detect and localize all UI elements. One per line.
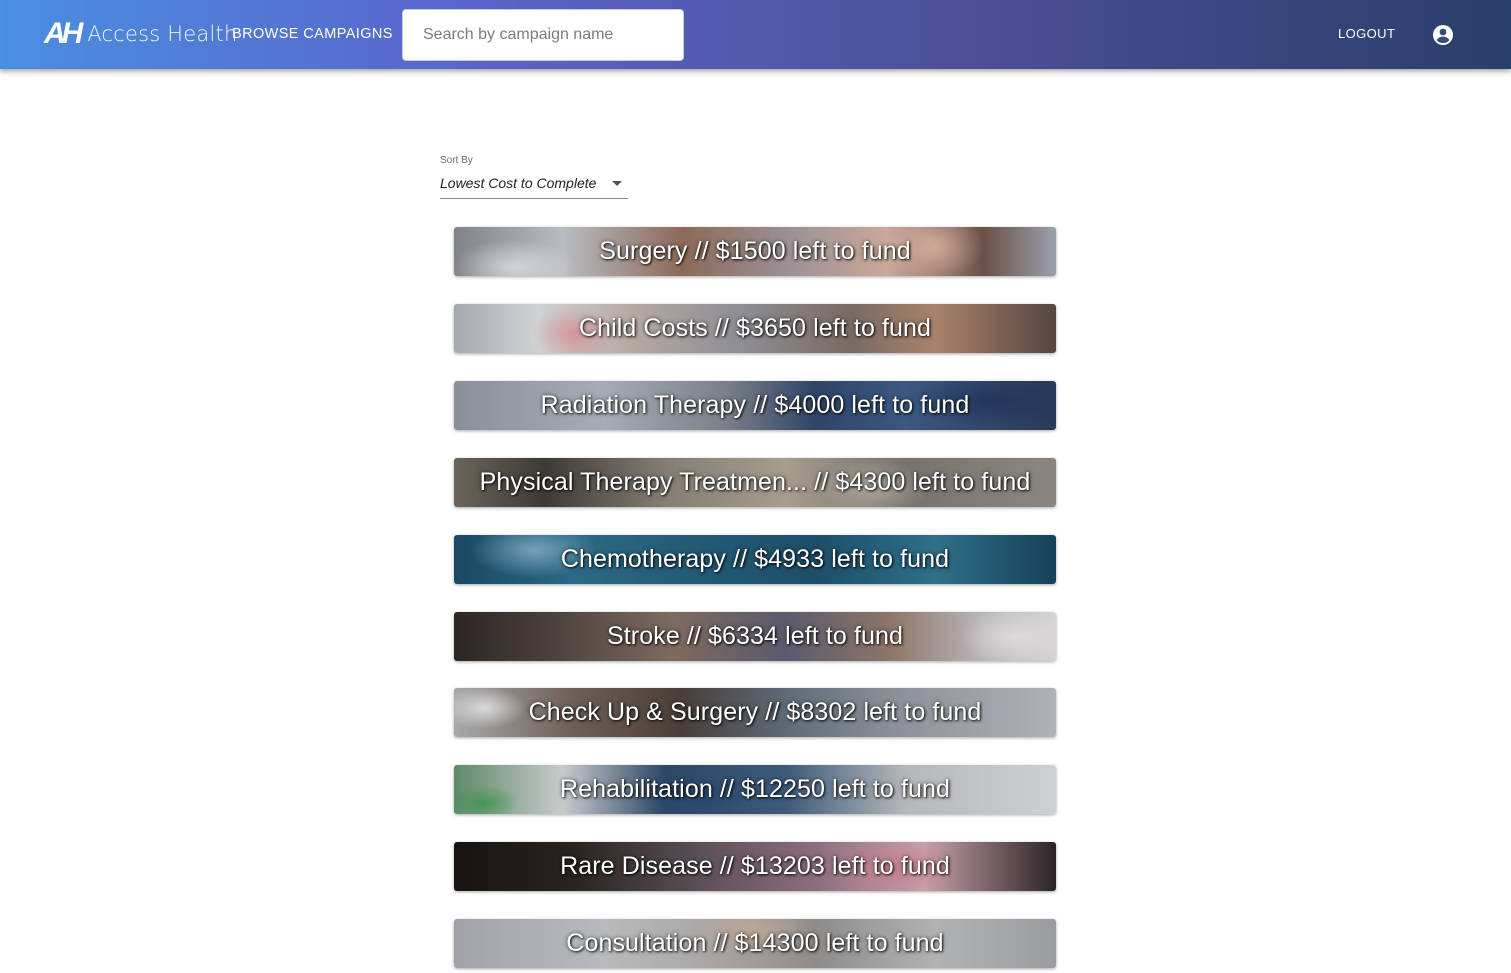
campaign-card[interactable]: Check Up & Surgery // $8302 left to fund <box>454 688 1056 737</box>
campaign-title: Rehabilitation // $12250 left to fund <box>559 775 951 803</box>
campaign-title: Chemotherapy // $4933 left to fund <box>560 545 950 573</box>
campaign-card[interactable]: Surgery // $1500 left to fund <box>454 227 1056 276</box>
search-input[interactable] <box>403 10 683 60</box>
campaign-card[interactable]: Rehabilitation // $12250 left to fund <box>454 765 1056 814</box>
dropdown-caret-icon <box>612 181 622 186</box>
campaign-card[interactable]: Child Costs // $3650 left to fund <box>454 304 1056 353</box>
logo-text: Access Health <box>87 22 238 46</box>
app-bar: AH Access Health BROWSE CAMPAIGNS LOGOUT <box>0 0 1511 69</box>
campaign-card[interactable]: Consultation // $14300 left to fund <box>454 919 1056 968</box>
campaign-card[interactable]: Stroke // $6334 left to fund <box>454 612 1056 661</box>
campaign-card[interactable]: Chemotherapy // $4933 left to fund <box>454 535 1056 584</box>
account-circle-icon[interactable] <box>1431 23 1455 47</box>
campaign-title: Physical Therapy Treatmen... // $4300 le… <box>479 468 1031 496</box>
campaign-title: Surgery // $1500 left to fund <box>599 237 911 265</box>
campaign-title: Check Up & Surgery // $8302 left to fund <box>528 698 982 726</box>
sort-by-label: Sort By <box>440 155 473 166</box>
campaign-title: Child Costs // $3650 left to fund <box>578 314 932 342</box>
search-box <box>402 9 684 61</box>
campaign-title: Rare Disease // $13203 left to fund <box>560 852 950 880</box>
campaign-card[interactable]: Physical Therapy Treatmen... // $4300 le… <box>454 458 1056 507</box>
sort-select[interactable]: Lowest Cost to Complete <box>440 172 628 199</box>
logo[interactable]: AH Access Health <box>44 17 237 51</box>
logo-mark: AH <box>44 17 83 50</box>
browse-campaigns-link[interactable]: BROWSE CAMPAIGNS <box>232 26 393 42</box>
campaign-card[interactable]: Radiation Therapy // $4000 left to fund <box>454 381 1056 430</box>
logout-link[interactable]: LOGOUT <box>1338 26 1395 41</box>
campaign-card[interactable]: Rare Disease // $13203 left to fund <box>454 842 1056 891</box>
sort-selected-value: Lowest Cost to Complete <box>440 175 597 191</box>
campaign-title: Radiation Therapy // $4000 left to fund <box>540 391 970 419</box>
campaign-title: Consultation // $14300 left to fund <box>566 929 944 957</box>
campaign-title: Stroke // $6334 left to fund <box>606 622 904 650</box>
